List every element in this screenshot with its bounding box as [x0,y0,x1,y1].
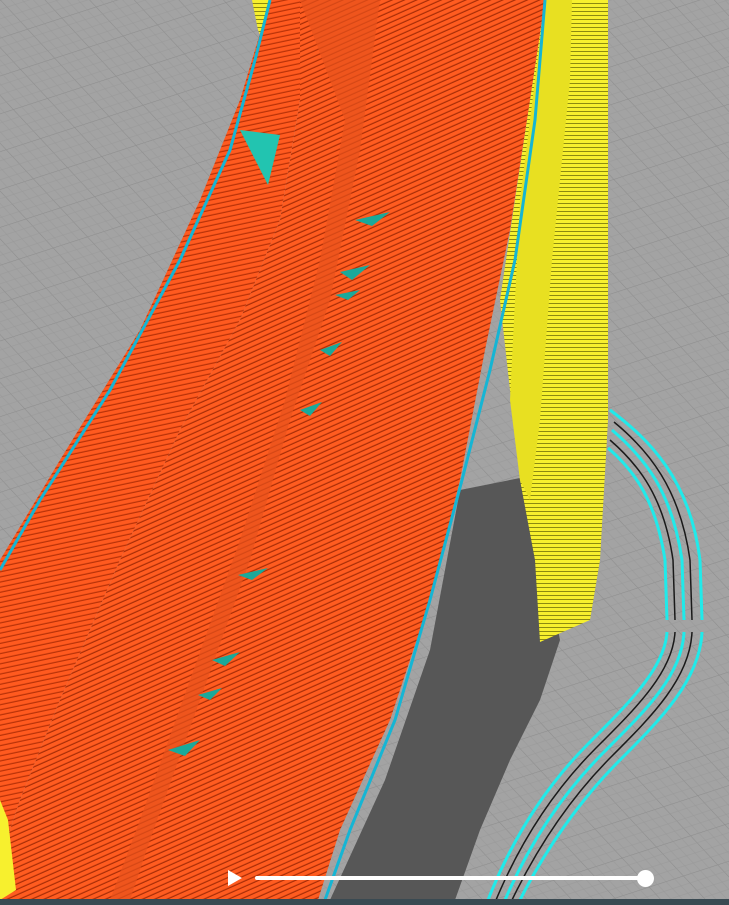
layer-view-canvas [0,0,729,901]
playback-slider[interactable] [255,870,655,887]
slider-track[interactable] [255,876,647,880]
play-button[interactable] [222,866,246,890]
bottom-toolbar-edge [0,899,729,905]
gcode-3d-viewport[interactable] [0,0,729,901]
play-icon [228,870,242,886]
slider-handle[interactable] [637,870,654,887]
